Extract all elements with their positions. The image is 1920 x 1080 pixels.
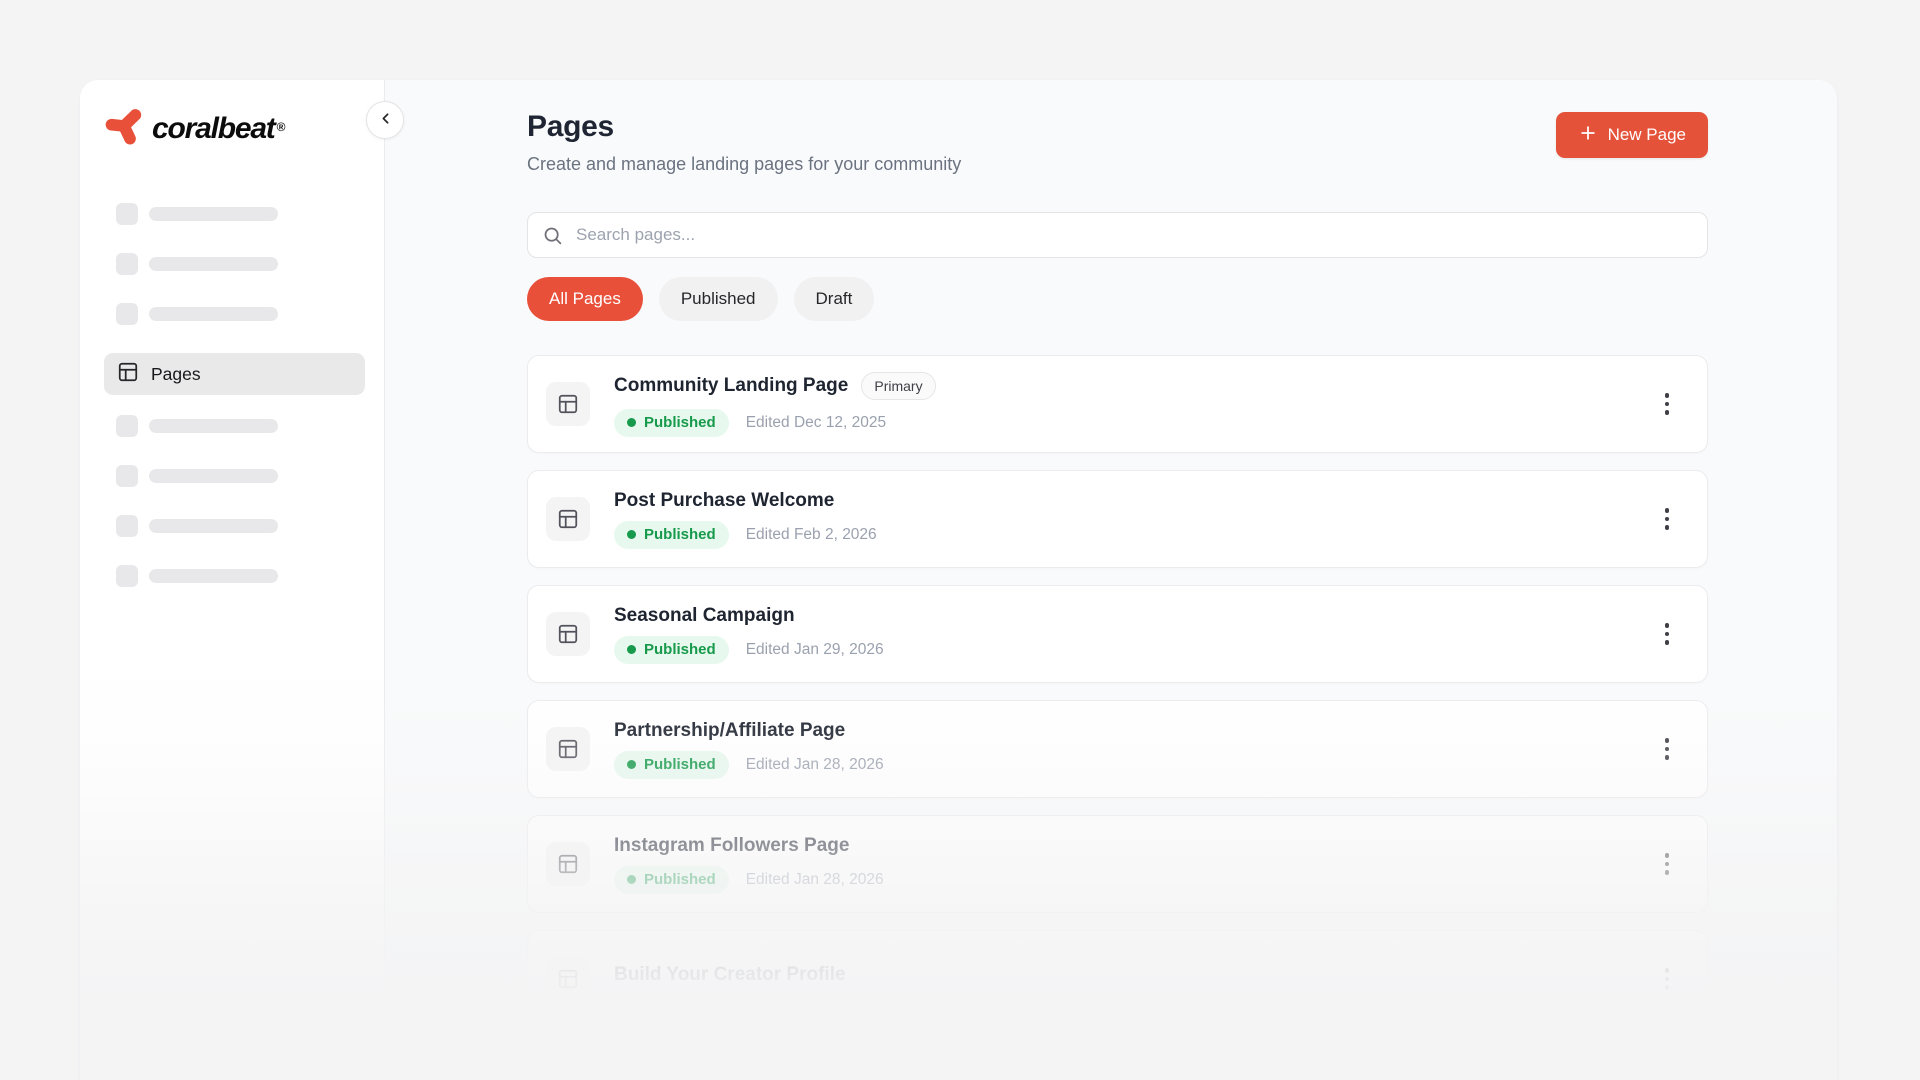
- page-layout-icon: [546, 957, 590, 1001]
- skeleton-label: [149, 257, 278, 271]
- coralbeat-logo-icon: [104, 106, 144, 151]
- filter-chips: All Pages Published Draft: [527, 277, 1708, 321]
- page-card[interactable]: Partnership/Affiliate Page Published Edi…: [527, 700, 1708, 798]
- skeleton-icon: [116, 515, 138, 537]
- sidebar-skeleton-item: [104, 303, 360, 325]
- sidebar-skeleton-item: [104, 253, 360, 275]
- kebab-icon: [1665, 738, 1670, 743]
- page-title: Build Your Creator Profile: [614, 964, 846, 986]
- brand-name: coralbeat: [152, 112, 275, 145]
- sidebar-skeleton-item: [104, 515, 360, 537]
- page-actions-menu-button[interactable]: [1651, 501, 1683, 537]
- status-label: Published: [644, 756, 716, 773]
- status-dot-icon: [627, 875, 636, 884]
- kebab-icon: [1665, 393, 1670, 398]
- sidebar-skeleton-item: [104, 203, 360, 225]
- status-dot-icon: [627, 418, 636, 427]
- page-layout-icon: [546, 612, 590, 656]
- page-card[interactable]: Post Purchase Welcome Published Edited F…: [527, 470, 1708, 568]
- edited-date: Edited Dec 12, 2025: [746, 414, 886, 432]
- page-title: Seasonal Campaign: [614, 605, 795, 627]
- status-label: Published: [644, 414, 716, 431]
- page-title: Instagram Followers Page: [614, 835, 849, 857]
- sidebar: coralbeat® P: [80, 80, 385, 1080]
- kebab-icon: [1665, 968, 1670, 973]
- search-bar: [527, 212, 1708, 258]
- page-card[interactable]: Community Landing Page Primary Published…: [527, 355, 1708, 453]
- status-badge: Published: [614, 751, 729, 779]
- page-header: Pages Create and manage landing pages fo…: [527, 110, 1708, 175]
- edited-date: Edited Feb 2, 2026: [746, 526, 877, 544]
- page-title: Community Landing Page: [614, 375, 848, 397]
- sidebar-item-pages[interactable]: Pages: [104, 353, 365, 395]
- new-page-button-label: New Page: [1608, 125, 1686, 145]
- page-layout-icon: [546, 497, 590, 541]
- page-actions-menu-button[interactable]: [1651, 846, 1683, 882]
- kebab-icon: [1665, 623, 1670, 628]
- status-label: Published: [644, 641, 716, 658]
- page-title: Pages: [527, 110, 961, 144]
- skeleton-label: [149, 569, 278, 583]
- skeleton-icon: [116, 415, 138, 437]
- skeleton-icon: [116, 303, 138, 325]
- plus-icon: [1578, 123, 1598, 148]
- pages-list: Community Landing Page Primary Published…: [527, 355, 1708, 1028]
- status-label: Published: [644, 871, 716, 888]
- sidebar-collapse-button[interactable]: [366, 101, 404, 139]
- skeleton-label: [149, 207, 278, 221]
- status-badge: Published: [614, 409, 729, 437]
- edited-date: Edited Jan 28, 2026: [746, 756, 884, 774]
- page-title: Post Purchase Welcome: [614, 490, 834, 512]
- page-card[interactable]: Seasonal Campaign Published Edited Jan 2…: [527, 585, 1708, 683]
- page-actions-menu-button[interactable]: [1651, 616, 1683, 652]
- chevron-left-icon: [377, 110, 394, 130]
- search-input[interactable]: [527, 212, 1708, 258]
- coralbeat-logo[interactable]: coralbeat®: [104, 106, 360, 151]
- pages-layout-icon: [117, 361, 139, 388]
- sidebar-nav: Pages: [104, 203, 360, 587]
- skeleton-icon: [116, 565, 138, 587]
- status-dot-icon: [627, 645, 636, 654]
- registered-mark: ®: [277, 120, 286, 134]
- skeleton-icon: [116, 465, 138, 487]
- kebab-icon: [1665, 508, 1670, 513]
- app-panel: coralbeat® P: [80, 80, 1837, 1080]
- skeleton-label: [149, 519, 278, 533]
- sidebar-item-label: Pages: [151, 364, 201, 385]
- status-badge: Published: [614, 521, 729, 549]
- filter-published[interactable]: Published: [659, 277, 778, 321]
- search-icon: [542, 225, 563, 251]
- skeleton-icon: [116, 203, 138, 225]
- edited-date: Edited Jan 29, 2026: [746, 641, 884, 659]
- page-layout-icon: [546, 842, 590, 886]
- skeleton-icon: [116, 253, 138, 275]
- skeleton-label: [149, 307, 278, 321]
- sidebar-skeleton-item: [104, 465, 360, 487]
- primary-badge: Primary: [861, 372, 935, 400]
- skeleton-label: [149, 419, 278, 433]
- status-dot-icon: [627, 530, 636, 539]
- sidebar-skeleton-item: [104, 565, 360, 587]
- edited-date: Edited Jan 28, 2026: [746, 871, 884, 889]
- status-badge: Published: [614, 636, 729, 664]
- page-actions-menu-button[interactable]: [1651, 731, 1683, 767]
- page-layout-icon: [546, 727, 590, 771]
- page-actions-menu-button[interactable]: [1651, 386, 1683, 422]
- main-content: Pages Create and manage landing pages fo…: [385, 80, 1837, 1080]
- sidebar-skeleton-item: [104, 415, 360, 437]
- page-card[interactable]: Instagram Followers Page Published Edite…: [527, 815, 1708, 913]
- page-layout-icon: [546, 382, 590, 426]
- new-page-button[interactable]: New Page: [1556, 112, 1708, 158]
- page-card[interactable]: Build Your Creator Profile: [527, 930, 1708, 1028]
- page-title: Partnership/Affiliate Page: [614, 720, 845, 742]
- filter-draft[interactable]: Draft: [794, 277, 875, 321]
- skeleton-label: [149, 469, 278, 483]
- filter-all-pages[interactable]: All Pages: [527, 277, 643, 321]
- page-subtitle: Create and manage landing pages for your…: [527, 154, 961, 175]
- status-label: Published: [644, 526, 716, 543]
- page-actions-menu-button[interactable]: [1651, 961, 1683, 997]
- status-badge: Published: [614, 866, 729, 894]
- kebab-icon: [1665, 853, 1670, 858]
- status-dot-icon: [627, 760, 636, 769]
